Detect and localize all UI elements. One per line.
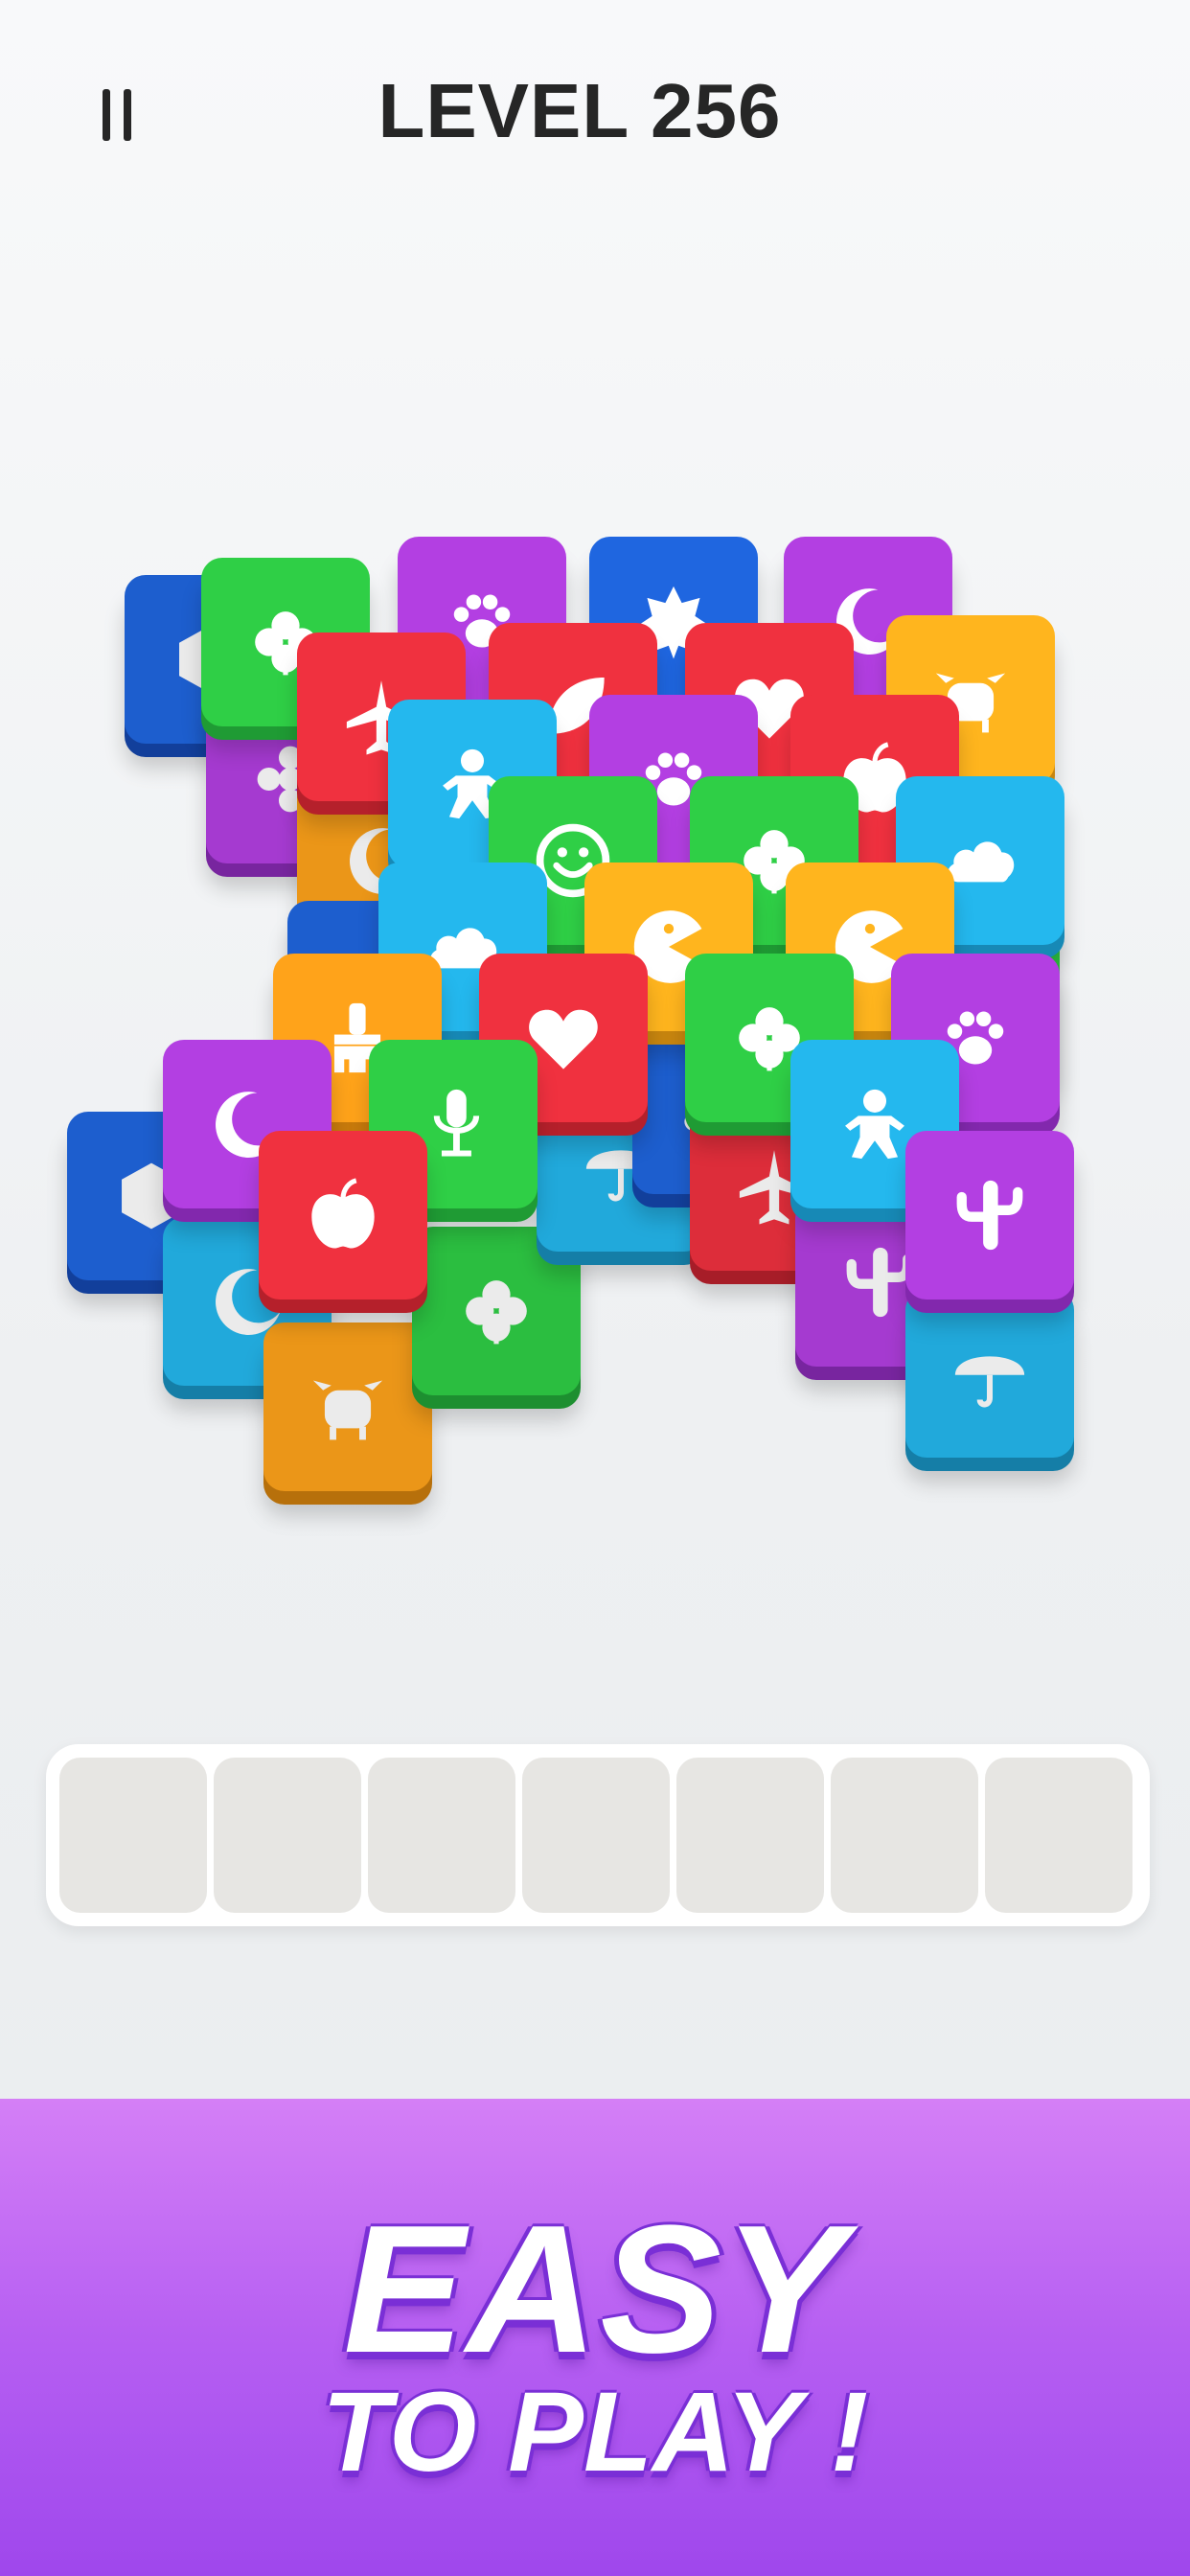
tray-slot bbox=[831, 1758, 978, 1913]
tray-slot bbox=[214, 1758, 361, 1913]
banner-headline: EASY bbox=[343, 2188, 847, 2391]
clover-icon bbox=[466, 1280, 527, 1345]
tray-slot bbox=[676, 1758, 824, 1913]
tray-slot bbox=[522, 1758, 670, 1913]
level-title: LEVEL 256 bbox=[378, 68, 782, 153]
gingerbread-icon bbox=[845, 1089, 904, 1160]
top-bar: LEVEL 256 bbox=[0, 0, 1190, 230]
game-tile[interactable] bbox=[259, 1131, 427, 1300]
tile-tray bbox=[46, 1744, 1150, 1926]
tile-board bbox=[0, 518, 1190, 1533]
cow-icon bbox=[312, 1380, 383, 1440]
banner-subheadline: TO PLAY ! bbox=[321, 2369, 869, 2496]
tray-slot bbox=[368, 1758, 515, 1913]
game-tile[interactable] bbox=[905, 1131, 1074, 1300]
apple-icon bbox=[311, 1178, 375, 1249]
tray-slot bbox=[59, 1758, 207, 1913]
umbrella-icon bbox=[954, 1356, 1025, 1408]
game-tile[interactable] bbox=[412, 1227, 581, 1395]
tray-slot bbox=[985, 1758, 1133, 1913]
cactus-icon bbox=[956, 1180, 1023, 1251]
game-tile[interactable] bbox=[263, 1322, 432, 1491]
game-tile[interactable] bbox=[905, 1289, 1074, 1458]
